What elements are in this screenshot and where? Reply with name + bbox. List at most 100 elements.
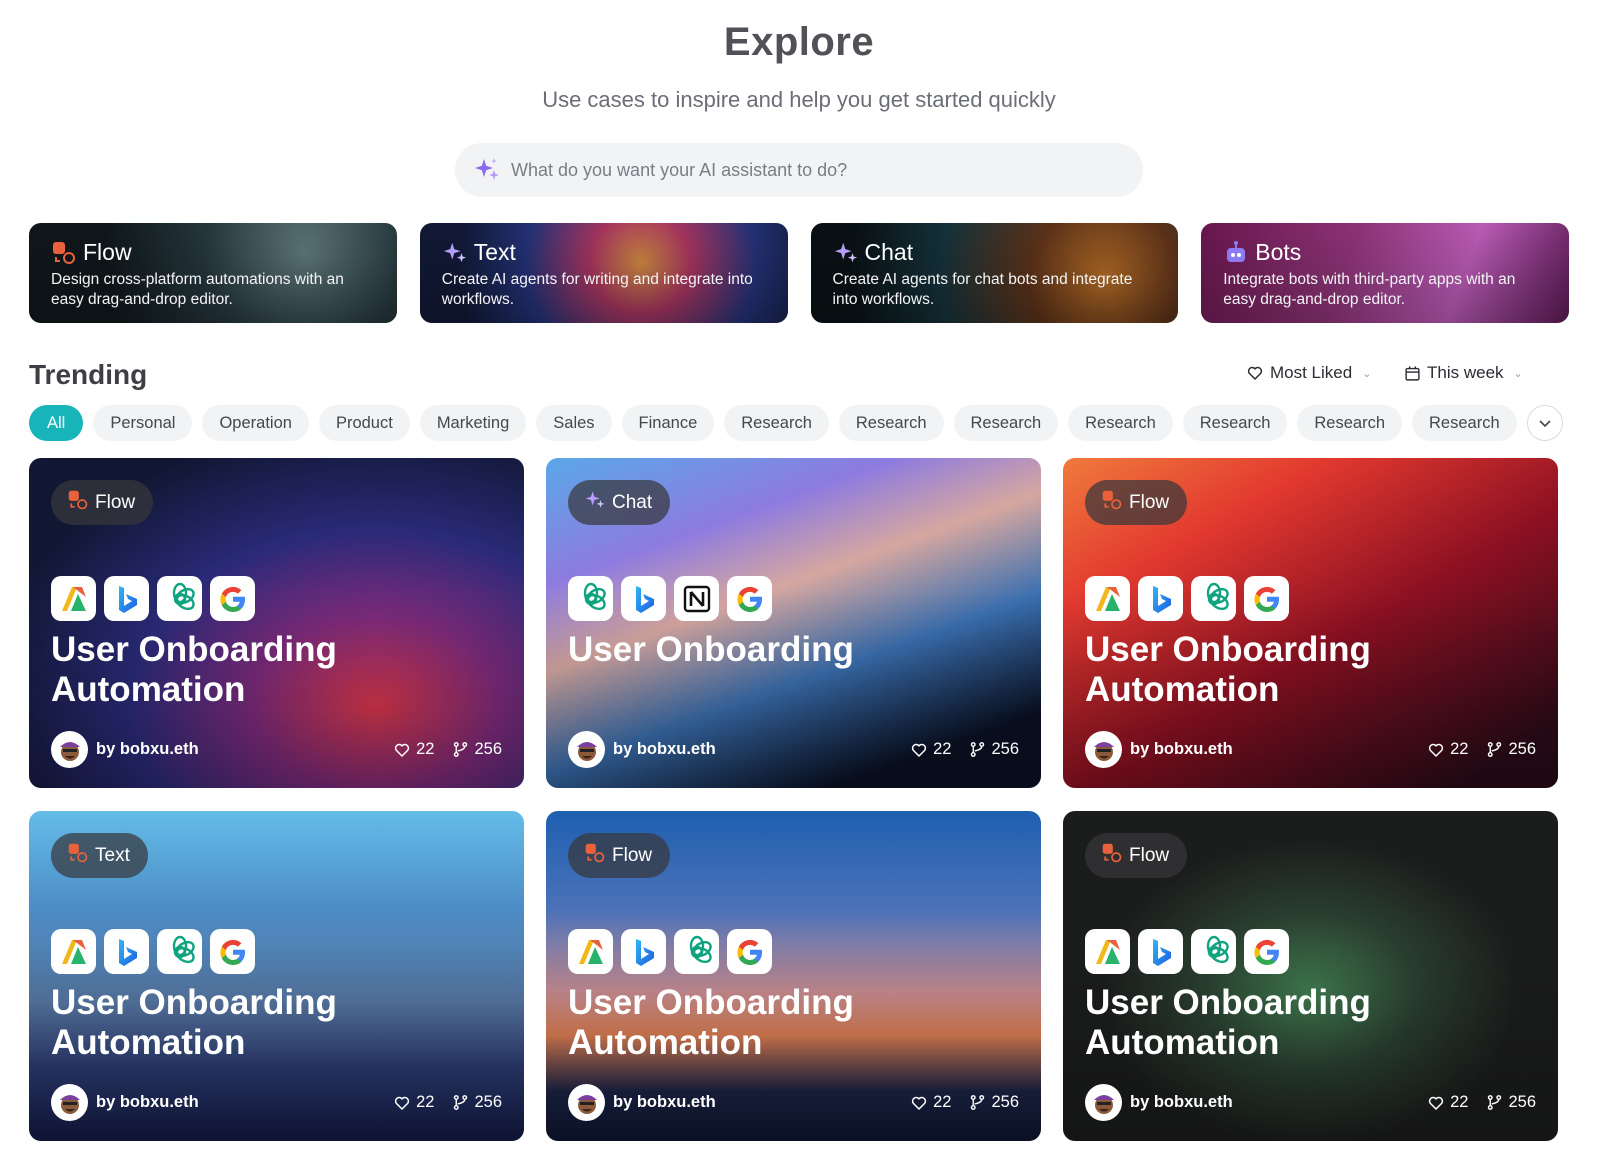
card-author[interactable]: by bobxu.eth <box>568 731 716 768</box>
filter-chip-research[interactable]: Research <box>1412 405 1517 441</box>
card-author[interactable]: by bobxu.eth <box>1085 731 1233 768</box>
fork-icon <box>971 742 985 757</box>
flow-icon <box>53 241 75 264</box>
fork-count-value: 256 <box>991 740 1019 758</box>
automate-icon <box>51 929 96 974</box>
fork-count[interactable]: 256 <box>1486 740 1536 759</box>
category-card-flow[interactable]: Flow Design cross-platform automations w… <box>29 223 397 323</box>
like-count[interactable]: 22 <box>910 1093 951 1112</box>
filter-chip-research[interactable]: Research <box>1182 405 1288 441</box>
category-card-text[interactable]: Text Create AI agents for writing and in… <box>419 223 788 323</box>
author-name: by bobxu.eth <box>1130 1093 1233 1111</box>
search-bar[interactable] <box>455 143 1143 197</box>
filter-chip-operation[interactable]: Operation <box>202 405 309 441</box>
heart-icon <box>911 1096 927 1110</box>
sort-dropdown[interactable]: Most Liked ⌄ <box>1246 363 1371 383</box>
sparkle-icon <box>443 242 466 262</box>
sparkle-icon <box>475 158 499 180</box>
author-name: by bobxu.eth <box>1130 740 1233 758</box>
fork-count-value: 256 <box>991 1093 1019 1111</box>
category-description: Create AI agents for chat bots and integ… <box>832 271 1133 308</box>
trending-title: Trending <box>29 359 148 390</box>
card-type-tag: Chat <box>568 480 671 525</box>
page-subtitle: Use cases to inspire and help you get st… <box>542 87 1056 112</box>
card-type-tag: Flow <box>1085 833 1188 878</box>
card-author[interactable]: by bobxu.eth <box>51 1084 199 1121</box>
like-count-value: 22 <box>933 740 952 758</box>
fork-icon <box>1488 1095 1502 1110</box>
card-title: User Onboarding Automation <box>51 983 337 1062</box>
like-count[interactable]: 22 <box>910 740 951 759</box>
fork-icon <box>1488 742 1502 757</box>
fork-count[interactable]: 256 <box>1486 1093 1536 1112</box>
fork-icon <box>454 1095 468 1110</box>
category-card-bots[interactable]: Bots Integrate bots with third-party app… <box>1201 223 1569 323</box>
card-type-label: Flow <box>1129 844 1170 866</box>
template-card[interactable]: Chat User Onboarding by bobxu.eth 22 256 <box>546 458 1041 788</box>
heart-icon <box>394 1096 410 1110</box>
like-count[interactable]: 22 <box>1427 1093 1468 1112</box>
flow-icon <box>1101 489 1123 517</box>
fork-count[interactable]: 256 <box>969 1093 1019 1112</box>
template-card[interactable]: Flow User Onboarding Automation by bobxu… <box>1063 458 1558 788</box>
card-type-label: Flow <box>1129 491 1170 513</box>
category-title: Text <box>442 239 766 266</box>
avatar <box>1085 731 1122 768</box>
filter-chip-product[interactable]: Product <box>318 405 410 441</box>
fork-count[interactable]: 256 <box>452 740 502 759</box>
fork-count[interactable]: 256 <box>452 1093 502 1112</box>
like-count[interactable]: 22 <box>393 740 434 759</box>
bing-icon <box>104 929 149 974</box>
like-count[interactable]: 22 <box>393 1093 434 1112</box>
openai-icon <box>1191 929 1236 974</box>
category-title-text: Flow <box>83 239 132 265</box>
bing-icon <box>621 576 666 621</box>
search-input[interactable] <box>511 159 1111 181</box>
category-card-chat[interactable]: Chat Create AI agents for chat bots and … <box>810 223 1179 323</box>
filter-chip-research[interactable]: Research <box>724 405 829 441</box>
card-author[interactable]: by bobxu.eth <box>51 731 199 768</box>
trending-header: Trending Most Liked ⌄ This week ⌄ <box>29 355 1569 395</box>
card-type-label: Flow <box>612 844 653 866</box>
card-author[interactable]: by bobxu.eth <box>568 1084 716 1121</box>
card-author[interactable]: by bobxu.eth <box>1085 1084 1233 1121</box>
card-type-tag: Flow <box>1085 480 1188 525</box>
filter-chip-research[interactable]: Research <box>953 405 1059 441</box>
app-icons <box>1085 929 1289 974</box>
fork-count[interactable]: 256 <box>969 740 1019 759</box>
filter-chip-research[interactable]: Research <box>838 405 944 441</box>
filter-chip-marketing[interactable]: Marketing <box>419 405 527 441</box>
template-card[interactable]: Flow User Onboarding Automation by bobxu… <box>546 811 1041 1141</box>
category-description: Integrate bots with third-party apps wit… <box>1223 271 1516 308</box>
filter-chip-research[interactable]: Research <box>1297 405 1402 441</box>
sparkle-icon <box>584 489 606 517</box>
template-card[interactable]: Flow User Onboarding Automation by bobxu… <box>29 458 524 788</box>
filter-chip-all[interactable]: All <box>29 405 84 441</box>
author-name: by bobxu.eth <box>613 740 716 758</box>
filter-chip-research[interactable]: Research <box>1068 405 1173 441</box>
avatar <box>568 731 605 768</box>
flow-icon <box>584 842 606 870</box>
chevron-down-icon <box>1539 420 1551 428</box>
heart-icon <box>1428 1096 1444 1110</box>
like-count[interactable]: 22 <box>1427 740 1468 759</box>
card-stats: 22 256 <box>1427 1093 1536 1112</box>
card-stats: 22 256 <box>393 1093 502 1112</box>
app-icons <box>568 929 772 974</box>
more-filters-button[interactable] <box>1526 405 1563 441</box>
avatar <box>568 1084 605 1121</box>
filter-chip-finance[interactable]: Finance <box>621 405 715 441</box>
template-card[interactable]: Text User Onboarding Automation by bobxu… <box>29 811 524 1141</box>
google-icon <box>1244 929 1289 974</box>
card-title: User Onboarding Automation <box>51 630 337 709</box>
period-dropdown[interactable]: This week ⌄ <box>1404 363 1523 383</box>
author-name: by bobxu.eth <box>96 1093 199 1111</box>
filter-chip-personal[interactable]: Personal <box>93 405 193 441</box>
filter-chip-sales[interactable]: Sales <box>536 405 612 441</box>
heart-icon <box>1428 743 1444 757</box>
author-name: by bobxu.eth <box>613 1093 716 1111</box>
author-name: by bobxu.eth <box>96 740 199 758</box>
card-stats: 22 256 <box>910 740 1019 759</box>
like-count-value: 22 <box>416 740 435 758</box>
template-card[interactable]: Flow User Onboarding Automation by bobxu… <box>1063 811 1558 1141</box>
